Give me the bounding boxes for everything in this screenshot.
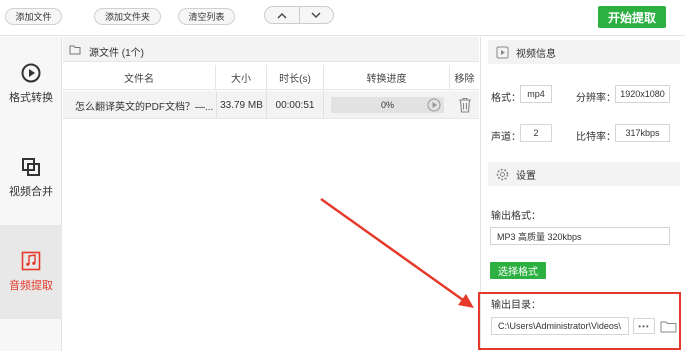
progress-value: 0%: [380, 100, 394, 110]
add-file-button[interactable]: 添加文件: [5, 8, 62, 25]
video-info-icon: [496, 46, 509, 58]
open-folder-icon[interactable]: [660, 320, 677, 333]
sidebar-item-label: 格式转换: [9, 92, 53, 104]
file-name-cell: 怎么翻译英文的PDF文档？—...: [75, 101, 214, 113]
add-folder-button[interactable]: 添加文件夹: [94, 8, 161, 25]
output-format-label: 输出格式：: [491, 211, 541, 222]
folder-icon: [69, 45, 81, 55]
source-files-header: 源文件 (1个): [63, 37, 479, 62]
format-value: mp4: [520, 85, 552, 103]
start-extract-button[interactable]: 开始提取: [598, 6, 666, 28]
file-size-cell: 33.79 MB: [216, 91, 267, 119]
play-icon[interactable]: [427, 98, 441, 112]
table-row[interactable]: 怎么翻译英文的PDF文档？—... 33.79 MB 00:00:51 0%: [63, 91, 479, 119]
table-header: 文件名 大小 时长(s) 转换进度 移除: [63, 65, 479, 90]
chevron-down-icon: [311, 12, 321, 18]
video-info-header: 视频信息: [488, 40, 680, 64]
music-note-icon: [21, 251, 41, 271]
bitrate-label: 比特率：: [576, 132, 616, 143]
play-circle-icon: [21, 63, 41, 83]
toolbar: 添加文件 添加文件夹 清空列表 开始提取: [0, 0, 685, 36]
sidebar-item-video-merge[interactable]: 视频合并: [0, 131, 62, 225]
move-down-button[interactable]: [300, 7, 334, 23]
move-up-button[interactable]: [265, 7, 300, 23]
column-header-size: 大小: [216, 65, 267, 90]
output-dir-input[interactable]: C:\Users\Administrator\Videos\: [491, 317, 629, 335]
clear-list-button[interactable]: 清空列表: [178, 8, 235, 25]
sidebar-item-label: 音频提取: [9, 280, 53, 292]
format-label: 格式：: [491, 93, 521, 104]
choose-format-button[interactable]: 选择格式: [490, 262, 546, 279]
source-files-title: 源文件 (1个): [89, 48, 144, 59]
bitrate-value: 317kbps: [615, 124, 670, 142]
column-header-progress: 转换进度: [324, 65, 450, 90]
gear-icon: [496, 168, 509, 180]
sidebar-item-label: 视频合并: [9, 186, 53, 198]
column-header-duration: 时长(s): [267, 65, 324, 90]
channels-value: 2: [520, 124, 552, 142]
resolution-value: 1920x1080: [615, 85, 670, 103]
settings-header: 设置: [488, 162, 680, 186]
column-header-filename: 文件名: [63, 65, 216, 90]
merge-squares-icon: [22, 158, 40, 176]
output-dir-label: 输出目录：: [491, 300, 541, 311]
sidebar-item-audio-extract[interactable]: 音频提取: [0, 225, 62, 319]
sidebar-item-format-convert[interactable]: 格式转换: [0, 37, 62, 131]
video-info-title: 视频信息: [516, 48, 556, 60]
column-header-remove: 移除: [454, 74, 475, 85]
resolution-label: 分辨率：: [576, 93, 616, 104]
trash-icon[interactable]: [458, 97, 472, 113]
chevron-up-icon: [277, 12, 287, 18]
nav-group: [264, 6, 334, 24]
browse-more-button[interactable]: •••: [633, 318, 655, 334]
channels-label: 声道：: [491, 132, 521, 143]
settings-title: 设置: [516, 170, 536, 182]
file-duration-cell: 00:00:51: [267, 91, 324, 119]
output-format-select[interactable]: MP3 高质量 320kbps: [490, 227, 670, 245]
